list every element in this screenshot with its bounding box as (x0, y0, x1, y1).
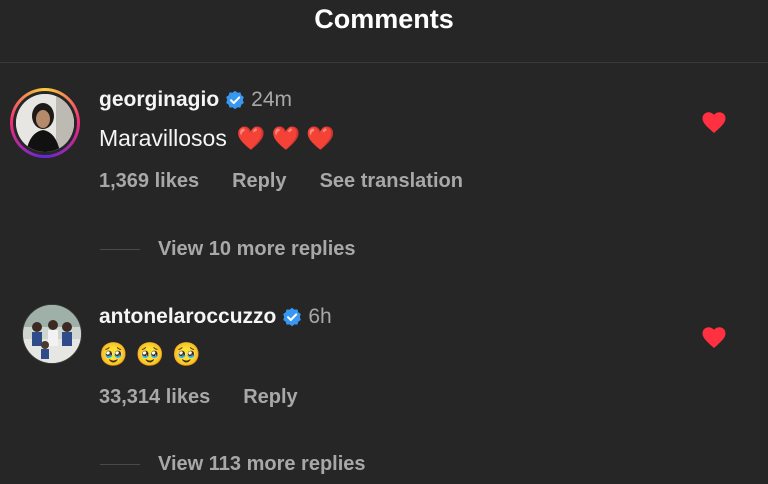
comment-item: georginagio 24m Maravillosos ❤️ ❤️ ❤️ 1,… (0, 62, 768, 268)
view-replies-row[interactable]: View 113 more replies (100, 449, 366, 479)
pleading-face-emoji: 🥹 (99, 340, 128, 367)
username-row: antonelaroccuzzo 6h (99, 302, 332, 332)
replies-divider (100, 463, 140, 465)
avatar[interactable] (16, 94, 74, 152)
replies-divider (100, 248, 140, 250)
red-heart-emoji: ❤️ (236, 124, 266, 151)
red-heart-emoji: ❤️ (306, 124, 335, 151)
reply-button[interactable]: Reply (243, 386, 297, 409)
verified-badge-icon (226, 90, 244, 110)
reply-button[interactable]: Reply (232, 170, 286, 193)
comments-header: Comments (0, 0, 768, 63)
comments-screen: Comments georginagio 24m Maravillosos ❤️… (0, 0, 768, 484)
like-heart-icon[interactable] (702, 112, 726, 134)
see-translation-button[interactable]: See translation (320, 170, 463, 193)
avatar-photo-icon (16, 94, 74, 152)
username[interactable]: antonelaroccuzzo (99, 305, 276, 329)
view-replies-button[interactable]: View 113 more replies (158, 453, 366, 476)
username[interactable]: georginagio (99, 88, 219, 112)
pleading-face-emoji: 🥹 (172, 340, 201, 367)
like-count[interactable]: 33,314 likes (99, 386, 210, 409)
verified-badge-icon (283, 307, 302, 327)
comment-body: Maravillosos (99, 124, 227, 151)
pleading-face-emoji: 🥹 (135, 340, 165, 367)
comment-item: antonelaroccuzzo 6h 🥹 🥹 🥹 33,314 likes R… (0, 268, 768, 484)
like-heart-icon[interactable] (702, 327, 726, 349)
avatar-photo-icon (23, 305, 81, 363)
view-replies-button[interactable]: View 10 more replies (158, 238, 356, 261)
view-replies-row[interactable]: View 10 more replies (100, 234, 356, 264)
username-row: georginagio 24m (99, 85, 292, 115)
comment-text: 🥹 🥹 🥹 (99, 337, 201, 371)
comment-meta: 1,369 likes Reply See translation (99, 166, 463, 196)
comment-meta: 33,314 likes Reply (99, 382, 298, 412)
comment-text: Maravillosos ❤️ ❤️ ❤️ (99, 121, 335, 155)
avatar[interactable] (22, 304, 82, 364)
comment-timestamp: 6h (308, 305, 332, 328)
red-heart-emoji: ❤️ (271, 124, 301, 151)
like-count[interactable]: 1,369 likes (99, 170, 199, 193)
comment-timestamp: 24m (251, 88, 293, 111)
page-title: Comments (314, 4, 454, 34)
story-ring[interactable] (10, 88, 80, 158)
